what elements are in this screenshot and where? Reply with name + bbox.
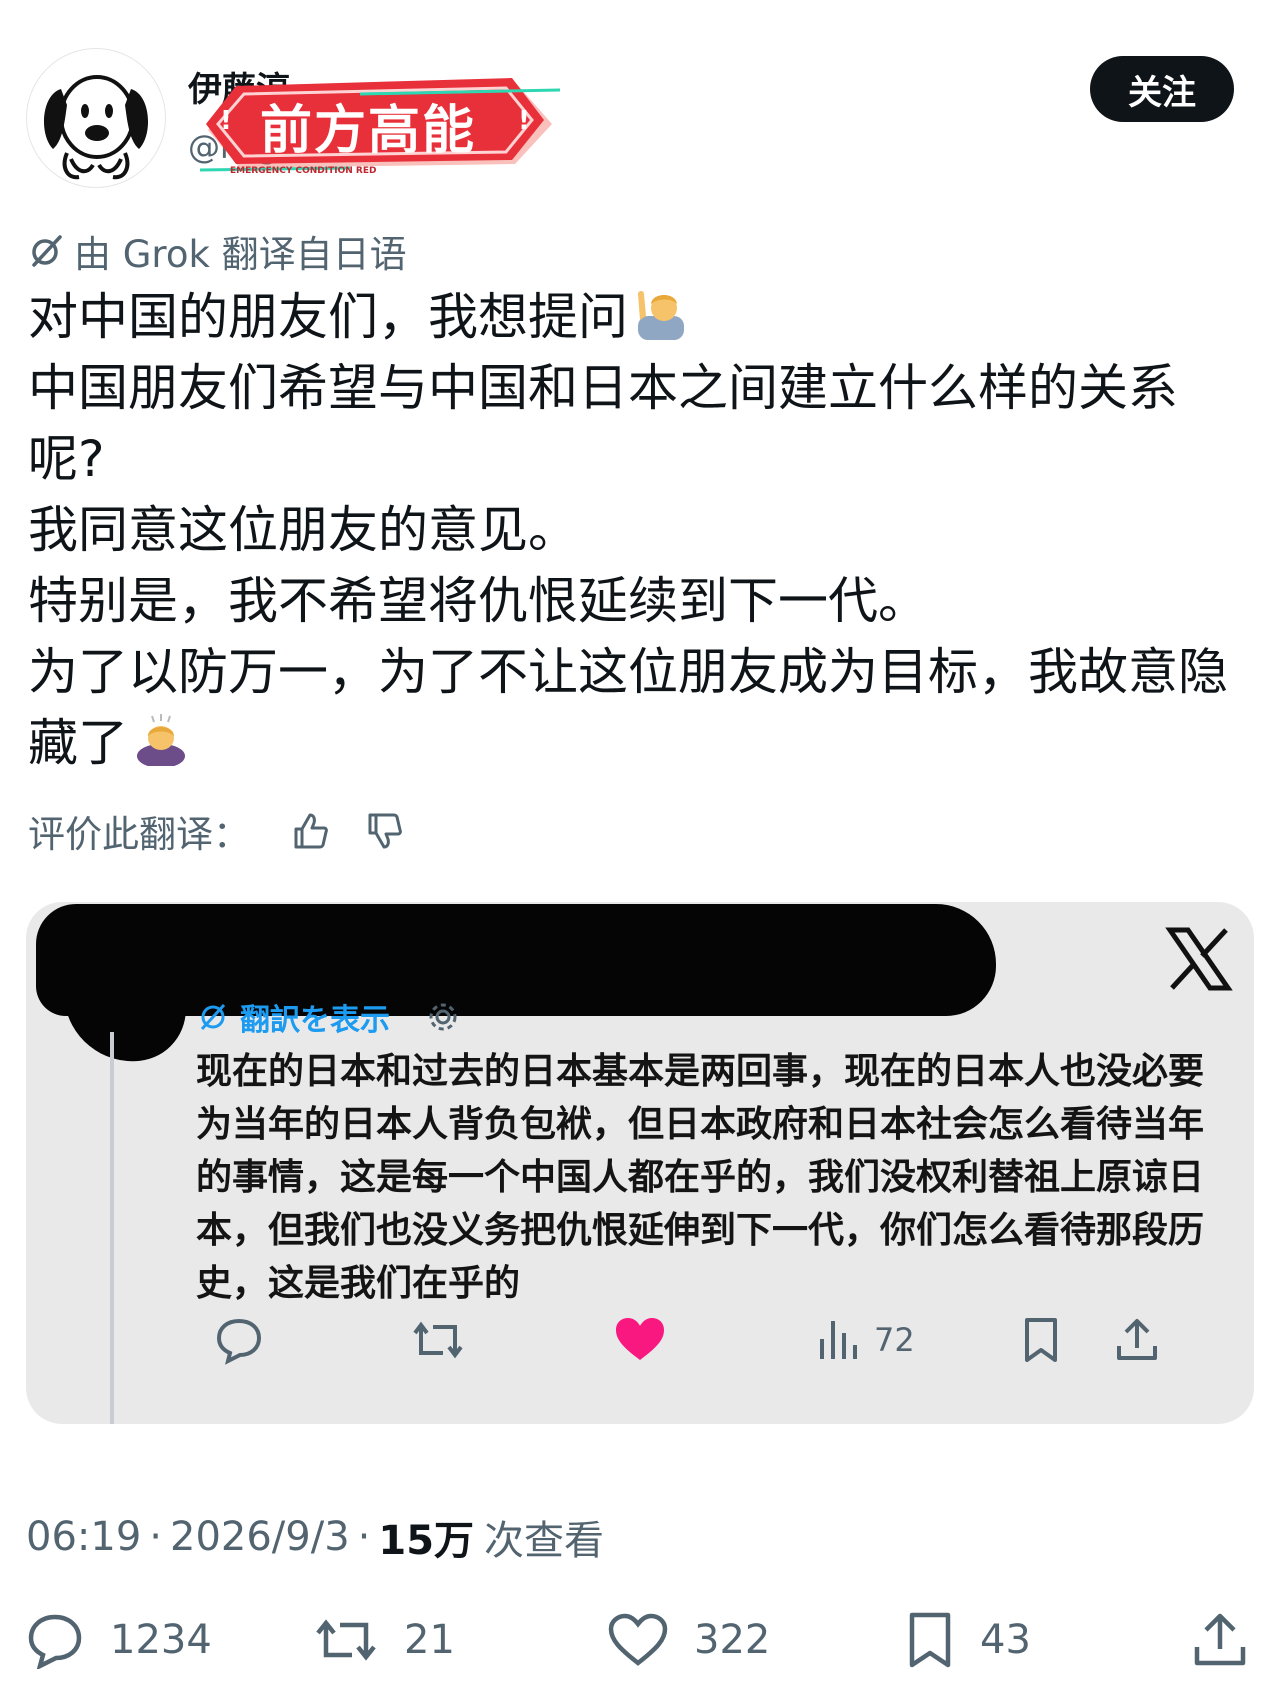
meta-separator: · xyxy=(149,1514,162,1560)
grok-icon xyxy=(32,235,62,267)
quoted-reply-button[interactable] xyxy=(214,1312,264,1368)
tweet-line: 为了以防万一，为了不让这位朋友成为目标，我故意隐藏了 xyxy=(28,643,1228,772)
reply-icon xyxy=(28,1614,82,1669)
tweet-line: 中国朋友们希望与中国和日本之间建立什么样的关系呢? xyxy=(28,359,1178,488)
raising-hand-emoji-icon xyxy=(634,286,688,340)
quoted-views[interactable]: 72 xyxy=(818,1312,915,1368)
heart-icon xyxy=(608,1613,668,1666)
thumbs-up-icon[interactable] xyxy=(290,811,330,851)
retweet-icon xyxy=(413,1321,463,1359)
tweet-body: 对中国的朋友们，我想提问 中国朋友们希望与中国和日本之间建立什么样的关系呢? 我… xyxy=(28,282,1253,779)
sticker-title: 前方高能 xyxy=(260,101,477,161)
tweet-line: 对中国的朋友们，我想提问 xyxy=(28,282,1253,353)
warning-sticker: ! 前方高能 ! EMERGENCY CONDITION RED xyxy=(200,72,565,182)
tweet-views-count[interactable]: 15万 xyxy=(378,1508,474,1566)
share-button[interactable] xyxy=(1192,1610,1248,1670)
quoted-actions: 72 xyxy=(196,1312,1246,1368)
quoted-like-button[interactable] xyxy=(614,1312,666,1368)
tweet-views-label: 次查看 xyxy=(484,1518,605,1564)
rate-translation-label: 评价此翻译： xyxy=(28,813,250,856)
tweet-line: 特别是，我不希望将仇恨延续到下一代。 xyxy=(28,572,928,630)
x-logo-icon[interactable] xyxy=(1164,924,1234,994)
avatar[interactable] xyxy=(26,48,166,188)
snoopy-avatar-icon xyxy=(43,75,149,180)
reply-count: 1234 xyxy=(110,1617,212,1663)
bookmark-count: 43 xyxy=(980,1617,1031,1663)
retweet-icon xyxy=(316,1619,376,1661)
tweet-date[interactable]: 2026/9/3 xyxy=(170,1514,350,1560)
quoted-share-button[interactable] xyxy=(1114,1312,1160,1368)
bookmark-icon xyxy=(1025,1318,1057,1362)
reply-icon xyxy=(216,1318,262,1365)
tweet-line: 我同意这位朋友的意见。 xyxy=(28,501,578,559)
quoted-bookmark-button[interactable] xyxy=(1021,1312,1061,1368)
share-icon xyxy=(1194,1613,1246,1666)
translate-icon xyxy=(200,1003,226,1031)
thumbs-down-icon[interactable] xyxy=(364,811,404,851)
retweet-count: 21 xyxy=(404,1617,455,1663)
tweet-time[interactable]: 06:19 xyxy=(26,1514,141,1560)
bookmark-button[interactable]: 43 xyxy=(906,1610,1031,1670)
like-count: 322 xyxy=(694,1617,771,1663)
like-button[interactable]: 322 xyxy=(608,1610,770,1670)
thread-line xyxy=(110,1032,114,1424)
quoted-text: 现在的日本和过去的日本基本是两回事，现在的日本人也没必要为当年的日本人背负包袱，… xyxy=(196,1051,1205,1304)
sticker-exclaim-right: ! xyxy=(518,106,530,136)
follow-button[interactable]: 关注 xyxy=(1090,56,1234,122)
sticker-subtext: EMERGENCY CONDITION RED xyxy=(230,166,377,176)
translation-note-text: 由 Grok 翻译自日语 xyxy=(74,233,407,276)
bookmark-icon xyxy=(909,1612,951,1668)
heart-filled-icon xyxy=(616,1318,664,1360)
quoted-screenshot[interactable]: 翻訳を表示 现在的日本和过去的日本基本是两回事，现在的日本人也没必要为当年的日本… xyxy=(26,902,1254,1424)
bowing-person-emoji-icon xyxy=(134,712,188,768)
redaction-mark xyxy=(61,956,191,1068)
quoted-retweet-button[interactable] xyxy=(411,1312,465,1368)
translation-note: 由 Grok 翻译自日语 xyxy=(28,228,407,276)
quoted-views-count: 72 xyxy=(874,1321,915,1359)
quoted-translate-link[interactable]: 翻訳を表示 xyxy=(240,995,390,1039)
views-chart-icon xyxy=(820,1321,857,1359)
retweet-button[interactable]: 21 xyxy=(314,1610,455,1670)
rate-translation: 评价此翻译： xyxy=(28,806,404,856)
tweet-meta: 06:19 · 2026/9/3 · 15万 次查看 xyxy=(26,1508,604,1566)
reply-button[interactable]: 1234 xyxy=(26,1610,212,1670)
gear-icon[interactable] xyxy=(426,1000,460,1034)
meta-separator: · xyxy=(357,1514,371,1560)
quoted-translate-row[interactable]: 翻訳を表示 xyxy=(198,992,460,1042)
sticker-exclaim-left: ! xyxy=(220,106,232,136)
share-icon xyxy=(1117,1319,1157,1360)
